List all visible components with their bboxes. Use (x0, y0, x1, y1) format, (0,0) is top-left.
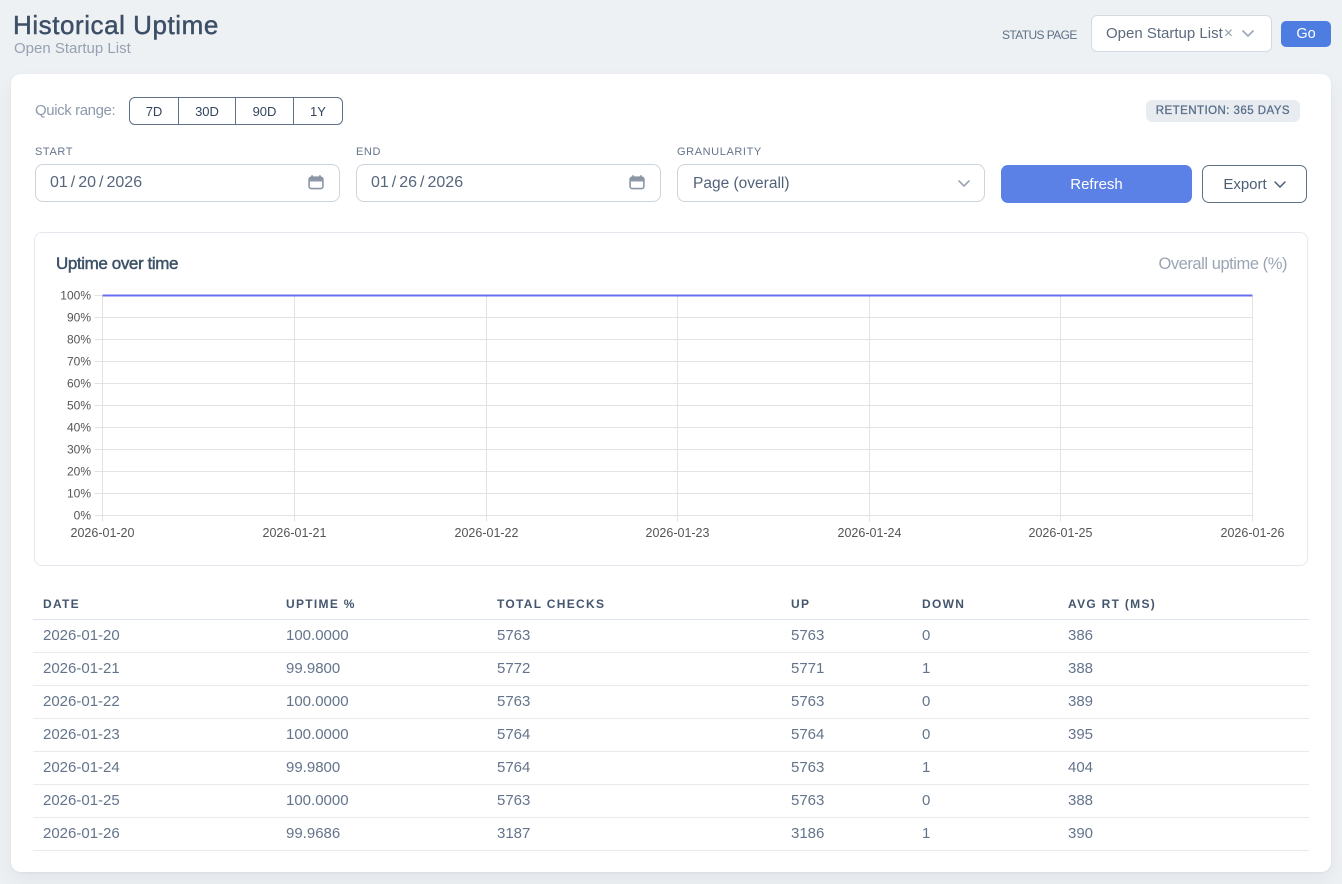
svg-text:2026-01-20: 2026-01-20 (71, 526, 135, 540)
svg-text:2026-01-22: 2026-01-22 (455, 526, 519, 540)
svg-text:50%: 50% (67, 399, 91, 413)
svg-text:40%: 40% (67, 421, 91, 435)
svg-text:20%: 20% (67, 465, 91, 479)
svg-text:0%: 0% (74, 509, 92, 523)
svg-text:2026-01-21: 2026-01-21 (263, 526, 327, 540)
svg-text:60%: 60% (67, 377, 91, 391)
svg-text:2026-01-24: 2026-01-24 (838, 526, 902, 540)
svg-text:30%: 30% (67, 443, 91, 457)
svg-text:70%: 70% (67, 355, 91, 369)
svg-text:80%: 80% (67, 333, 91, 347)
svg-text:2026-01-25: 2026-01-25 (1029, 526, 1093, 540)
svg-text:10%: 10% (67, 487, 91, 501)
svg-text:2026-01-23: 2026-01-23 (646, 526, 710, 540)
svg-text:2026-01-26: 2026-01-26 (1221, 526, 1285, 540)
svg-text:100%: 100% (60, 289, 91, 303)
svg-text:90%: 90% (67, 311, 91, 325)
